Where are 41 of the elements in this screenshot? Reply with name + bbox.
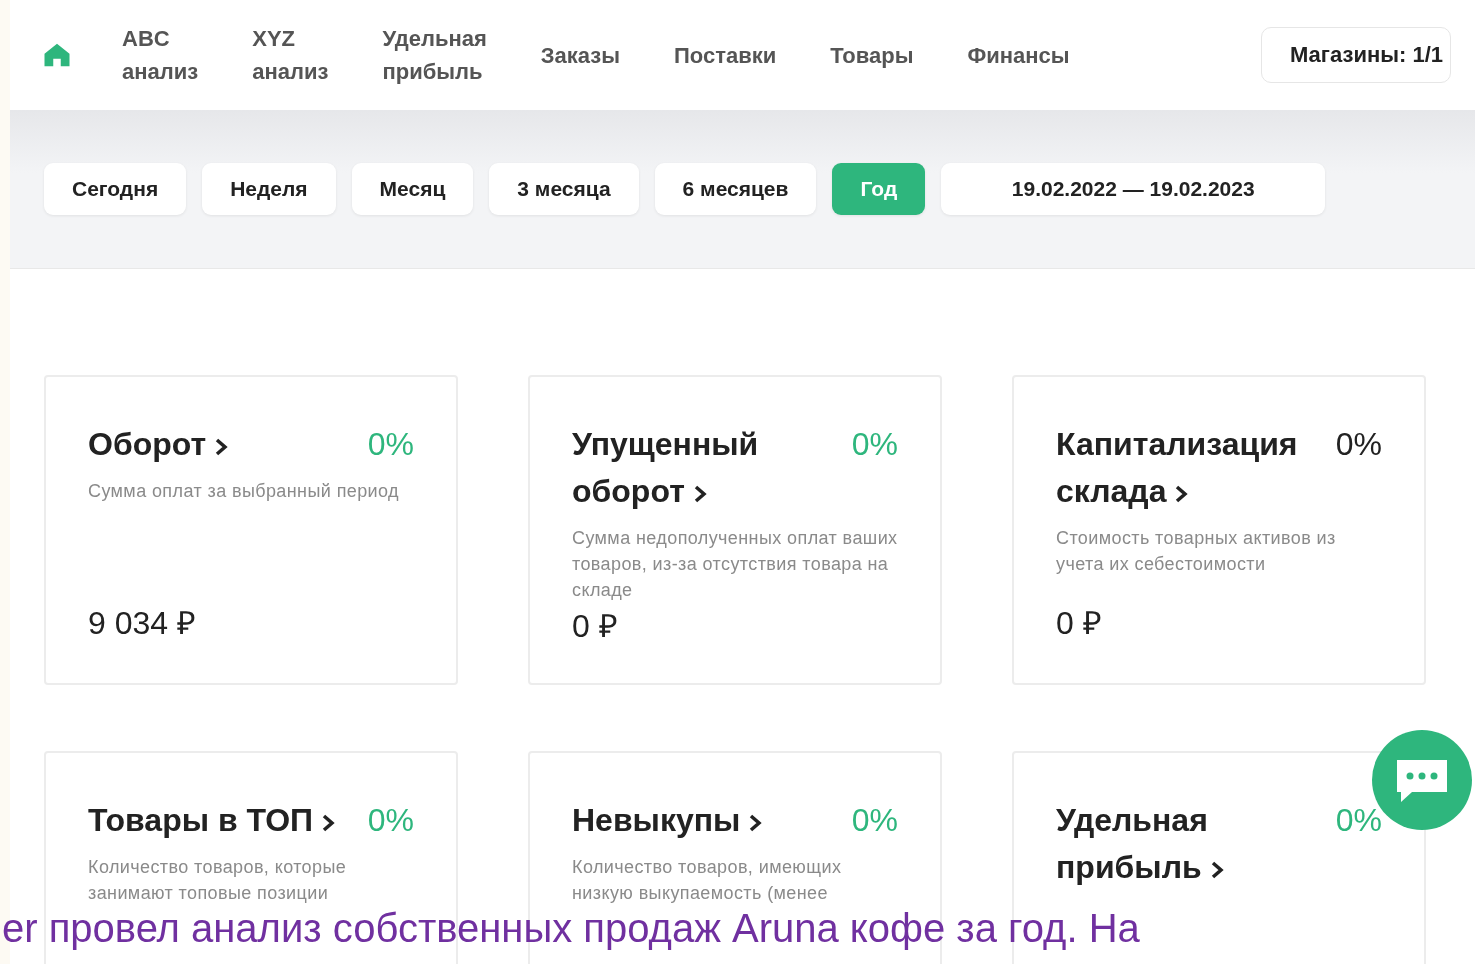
nav-link[interactable]: Финансы xyxy=(967,38,1070,72)
chevron-icon xyxy=(692,485,707,503)
chevron-icon xyxy=(1209,861,1224,879)
card-title[interactable]: Товары в ТОП xyxy=(88,797,336,844)
card-title[interactable]: Удельная прибыль xyxy=(1056,797,1306,891)
nav-link[interactable]: ABC анализ xyxy=(122,22,199,88)
percent-change: 0% xyxy=(1335,425,1382,464)
percent-change: 0% xyxy=(851,425,898,464)
percent-change: 0% xyxy=(367,425,414,464)
card-description: Стоимость товарных активов из учета их себестоимости xyxy=(1056,527,1337,576)
chevron-icon xyxy=(748,814,763,832)
period-tab[interactable]: 6 месяцев xyxy=(654,163,817,215)
card-value: 0 ₽ xyxy=(572,607,619,646)
period-tab[interactable]: Сегодня xyxy=(44,163,187,215)
nav-link[interactable]: Товары xyxy=(830,38,914,72)
card-title[interactable]: Капитализация склада xyxy=(1056,421,1306,515)
stores-selector[interactable]: Магазины: 1/1 xyxy=(1261,27,1451,83)
nav-link[interactable]: Заказы xyxy=(540,38,621,72)
nav-link[interactable]: XYZ анализ xyxy=(252,22,329,88)
period-tab[interactable]: Месяц xyxy=(351,163,474,215)
card-description: Сумма недополученных оплат ваших товаров, из-за отсутствия товара на складе xyxy=(572,527,898,602)
card-description: Сумма оплат за выбранный период xyxy=(88,480,400,503)
period-tab[interactable]: Неделя xyxy=(202,163,336,215)
video-caption: er провел анализ собственных продаж Aruna кофе за год. На xyxy=(2,906,1140,951)
card-value: 9 034 ₽ xyxy=(88,604,197,643)
percent-change: 0% xyxy=(367,801,414,840)
chevron-icon xyxy=(214,438,229,456)
chevron-icon xyxy=(321,814,336,832)
card-title[interactable]: Оборот xyxy=(88,421,229,468)
percent-change: 0% xyxy=(1335,801,1382,840)
period-tab[interactable]: 3 месяца xyxy=(489,163,639,215)
date-range-button[interactable]: 19.02.2022 — 19.02.2023 xyxy=(941,163,1326,215)
nav-link[interactable]: Удельная прибыль xyxy=(382,22,487,88)
card-title[interactable]: Упущенный оборот xyxy=(572,421,822,515)
card-value: 0 ₽ xyxy=(1056,604,1103,643)
nav-link[interactable]: Поставки xyxy=(674,38,777,72)
card-title[interactable]: Невыкупы xyxy=(572,797,763,844)
percent-change: 0% xyxy=(851,801,898,840)
card-description: Количество товаров, имеющих низкую выкупаемость (менее xyxy=(572,856,843,905)
chevron-icon xyxy=(1174,485,1189,503)
card-description: Количество товаров, которые занимают топовые позиции xyxy=(88,856,348,905)
